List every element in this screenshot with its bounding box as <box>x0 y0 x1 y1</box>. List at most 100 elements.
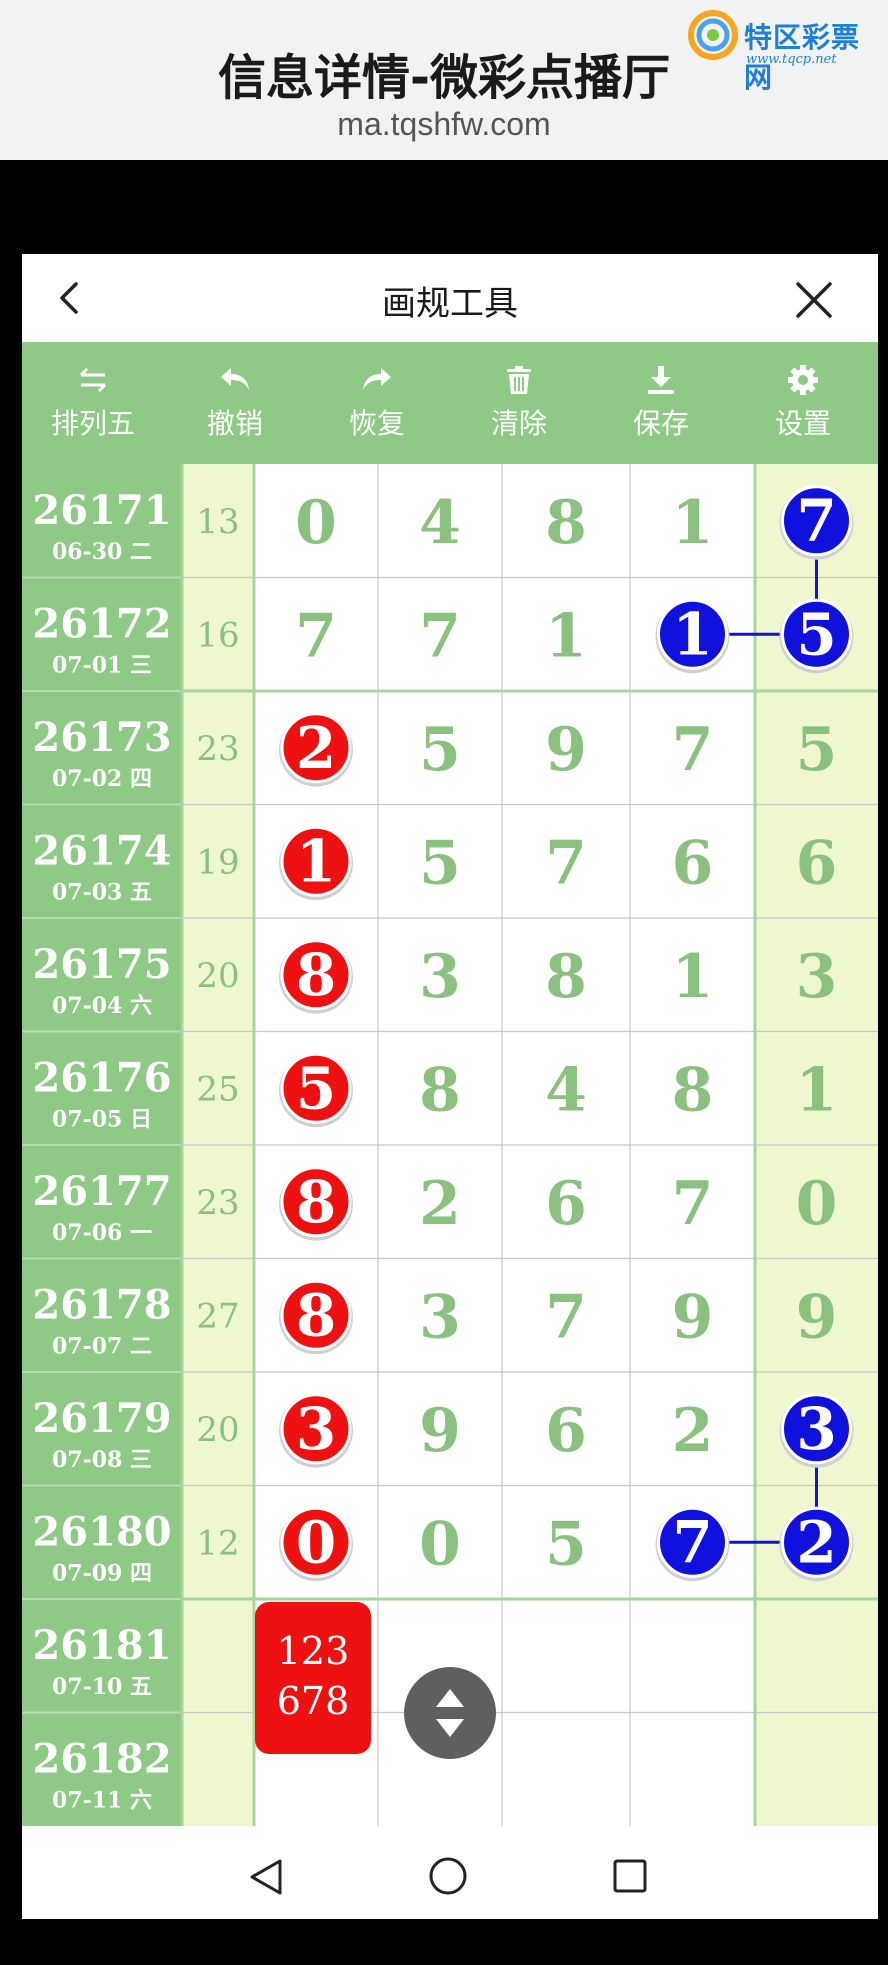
gear-icon <box>788 365 818 395</box>
ball-digit: 2 <box>296 714 336 782</box>
nav-recents-icon[interactable] <box>612 1858 648 1894</box>
ball-digit: 8 <box>296 1168 336 1236</box>
digit-cell: 9 <box>796 1282 838 1352</box>
digit-cell: 9 <box>672 1282 714 1352</box>
ball-digit: 0 <box>296 1508 336 1576</box>
digit-cell: 6 <box>672 828 714 898</box>
sum-value: 20 <box>196 1410 239 1450</box>
sum-value: 19 <box>196 842 239 882</box>
digit-cell: 7 <box>295 601 337 671</box>
android-nav-bar <box>22 1836 878 1919</box>
digit-cell: 1 <box>672 488 714 558</box>
digit-cell: 1 <box>796 1055 838 1125</box>
digit-cell: 4 <box>419 488 461 558</box>
digit-cell: 5 <box>419 828 461 898</box>
sum-value: 12 <box>196 1523 239 1563</box>
digit-cell: 8 <box>545 488 587 558</box>
toolbar-redo[interactable]: 恢复 <box>306 342 448 464</box>
issue-date: 07-09 四 <box>52 1561 152 1587</box>
digit-cell: 1 <box>672 942 714 1012</box>
digit-cell: 0 <box>419 1509 461 1579</box>
close-icon[interactable] <box>794 280 834 320</box>
issue-number: 26174 <box>32 828 171 875</box>
issue-date: 07-06 一 <box>52 1220 152 1246</box>
ball-digit: 3 <box>796 1395 836 1463</box>
logo-url: www.tqcp.net <box>746 52 837 67</box>
issue-number: 26176 <box>32 1055 171 1102</box>
sum-value: 16 <box>196 615 239 655</box>
ball-digit: 8 <box>296 941 336 1009</box>
toolbar-settings[interactable]: 设置 <box>732 342 874 464</box>
digit-cell: 8 <box>545 942 587 1012</box>
toolbar-label: 排列五 <box>50 407 135 440</box>
nav-home-icon[interactable] <box>428 1856 468 1896</box>
digit-cell: 6 <box>545 1396 587 1466</box>
digit-cell: 7 <box>545 1282 587 1352</box>
ball-digit: 7 <box>672 1508 712 1576</box>
logo-swirl-icon <box>688 10 738 60</box>
toolbar-label: 恢复 <box>348 407 405 440</box>
sum-value: 13 <box>196 502 239 542</box>
digit-cell: 2 <box>419 1169 461 1239</box>
trash-icon <box>507 366 531 394</box>
trend-grid[interactable]: 2617106-30 二13 0 4 8 1 72617207-01 三16 7 7 1 1 526… <box>22 464 878 1836</box>
digit-cell: 8 <box>419 1055 461 1125</box>
ball-digit: 1 <box>296 827 336 895</box>
site-logo: 特区彩票网 www.tqcp.net <box>688 8 888 94</box>
digit-cell: 6 <box>545 1169 587 1239</box>
digit-cell: 6 <box>796 828 838 898</box>
ball-digit: 3 <box>296 1395 336 1463</box>
digit-cell: 3 <box>796 942 838 1012</box>
digit-cell: 3 <box>419 1282 461 1352</box>
digit-cell: 7 <box>419 601 461 671</box>
digit-cell: 5 <box>419 715 461 785</box>
ball-digit: 8 <box>296 1281 336 1349</box>
toolbar-undo[interactable]: 撤销 <box>164 342 306 464</box>
issue-date: 07-03 五 <box>52 880 152 906</box>
banner: 信息详情-微彩点播厅 ma.tqshfw.com 特区彩票网 www.tqcp.… <box>0 0 888 160</box>
prediction-line: 123 <box>277 1629 350 1673</box>
ball-digit: 7 <box>796 487 836 555</box>
digit-cell: 5 <box>796 715 838 785</box>
sum-value: 23 <box>196 729 239 769</box>
toolbar-label: 保存 <box>632 407 689 440</box>
app-header: 画规工具 <box>22 254 878 342</box>
ball-digit: 1 <box>672 600 712 668</box>
digit-cell: 4 <box>545 1055 587 1125</box>
digit-cell: 1 <box>545 601 587 671</box>
digit-cell: 7 <box>672 715 714 785</box>
issue-number: 26182 <box>32 1736 171 1783</box>
issue-date: 07-01 三 <box>52 653 152 679</box>
sum-value: 23 <box>196 1183 239 1223</box>
ball-digit: 5 <box>296 1054 336 1122</box>
prediction-line: 678 <box>277 1679 350 1723</box>
page-title: 画规工具 <box>382 284 518 324</box>
ball-digit: 2 <box>796 1508 836 1576</box>
ball-digit: 5 <box>796 600 836 668</box>
digit-cell: 9 <box>545 715 587 785</box>
issue-date: 07-10 五 <box>52 1674 152 1700</box>
scroll-toggle-button[interactable] <box>404 1667 496 1759</box>
digit-cell: 3 <box>419 942 461 1012</box>
download-icon <box>648 366 674 394</box>
nav-back-icon[interactable] <box>248 1858 284 1896</box>
issue-number: 26175 <box>32 941 171 988</box>
issue-date: 07-04 六 <box>52 993 152 1019</box>
digit-cell: 7 <box>672 1169 714 1239</box>
issue-number: 26171 <box>32 487 171 534</box>
digit-cell: 5 <box>545 1509 587 1579</box>
digit-cell: 0 <box>796 1169 838 1239</box>
toolbar-clear[interactable]: 清除 <box>448 342 590 464</box>
toolbar-label: 设置 <box>774 407 831 440</box>
app-screen: 画规工具 排列五 撤销 恢复 清除 保存 设置 26171 06-30 二 13… <box>22 254 878 1919</box>
redo-icon <box>363 368 391 390</box>
issue-number: 26173 <box>32 714 171 761</box>
sum-value: 27 <box>196 1296 239 1336</box>
issue-number: 26179 <box>32 1395 171 1442</box>
digit-cell: 2 <box>672 1396 714 1466</box>
toolbar-lottery-switch[interactable]: 排列五 <box>22 342 164 464</box>
issue-number: 26172 <box>32 601 171 648</box>
digit-cell: 0 <box>295 488 337 558</box>
toolbar-save[interactable]: 保存 <box>590 342 732 464</box>
prediction-box[interactable] <box>255 1602 371 1754</box>
